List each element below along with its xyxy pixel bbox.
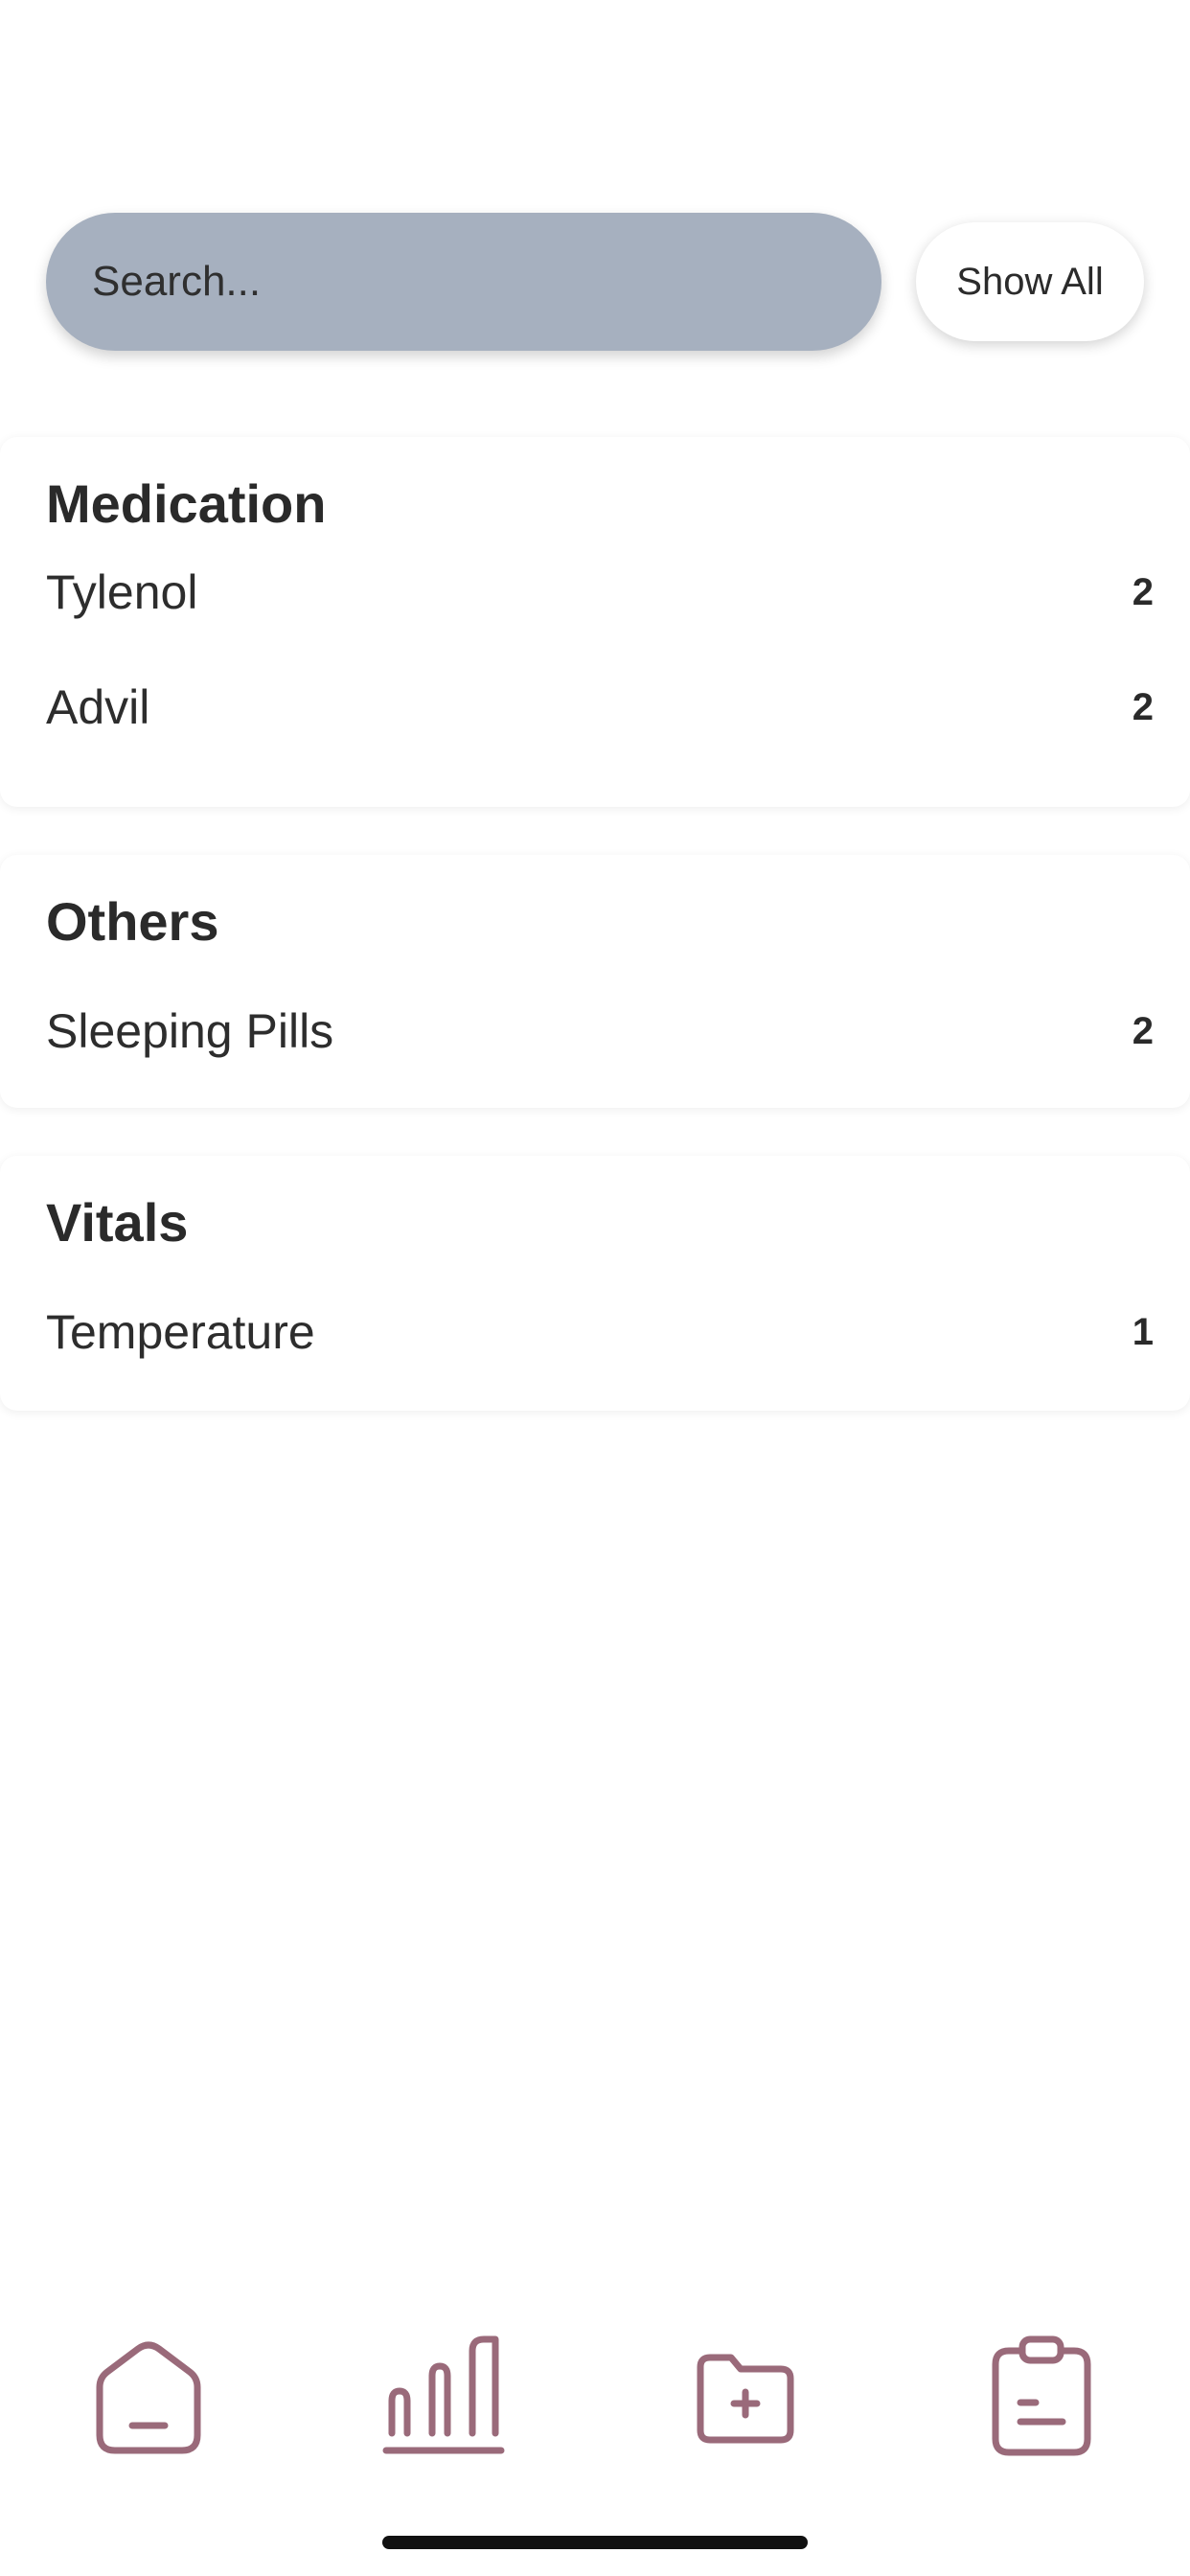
item-label: Sleeping Pills <box>46 1004 334 1058</box>
show-all-button[interactable]: Show All <box>916 222 1144 341</box>
item-count: 2 <box>1132 686 1154 728</box>
folder-add-icon <box>697 2354 794 2444</box>
item-label: Temperature <box>46 1305 315 1359</box>
section-title: Others <box>46 891 219 952</box>
item-count: 2 <box>1132 1010 1154 1052</box>
clipboard-icon <box>992 2335 1091 2456</box>
screen: Show All Medication Tylenol 2 Advil 2 Ot… <box>0 0 1190 2576</box>
home-indicator <box>382 2536 808 2549</box>
section-vitals: Vitals Temperature 1 <box>0 1156 1190 1411</box>
tab-home[interactable] <box>53 2300 244 2492</box>
item-label: Tylenol <box>46 565 198 619</box>
section-title: Vitals <box>46 1192 189 1253</box>
item-label: Advil <box>46 680 150 734</box>
item-count: 1 <box>1132 1311 1154 1353</box>
tab-clipboard[interactable] <box>946 2300 1137 2492</box>
list-item-sleeping-pills[interactable]: Sleeping Pills 2 <box>0 983 1190 1079</box>
tab-folder-add[interactable] <box>649 2300 840 2492</box>
tab-bar <box>0 2300 1190 2511</box>
list-item-temperature[interactable]: Temperature 1 <box>0 1284 1190 1380</box>
list-item-tylenol[interactable]: Tylenol 2 <box>0 544 1190 640</box>
search-input[interactable] <box>46 213 881 351</box>
tab-statistics[interactable] <box>350 2300 541 2492</box>
home-icon <box>96 2341 201 2454</box>
list-item-advil[interactable]: Advil 2 <box>0 659 1190 755</box>
item-count: 2 <box>1132 571 1154 613</box>
section-title: Medication <box>46 473 327 534</box>
bar-chart-icon <box>382 2335 505 2454</box>
section-others: Others Sleeping Pills 2 <box>0 855 1190 1108</box>
section-medication: Medication Tylenol 2 Advil 2 <box>0 437 1190 807</box>
search-row: Show All <box>46 213 1144 351</box>
